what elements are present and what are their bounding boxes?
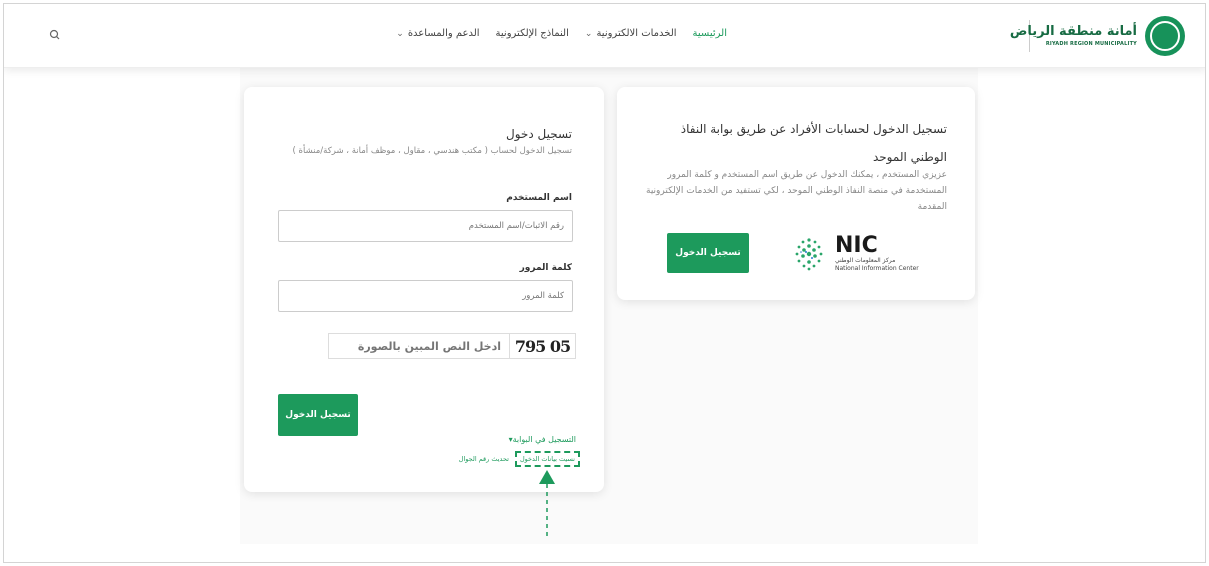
update-mobile-link[interactable]: تحديث رقم الجوال: [459, 455, 509, 463]
login-subtitle: تسجيل الدخول لحساب ( مكتب هندسي ، مقاول …: [292, 146, 572, 156]
login-card: تسجيل دخول تسجيل الدخول لحساب ( مكتب هند…: [244, 87, 604, 492]
captcha-input[interactable]: [329, 334, 509, 358]
login-button[interactable]: تسجيل الدخول: [278, 394, 358, 436]
nic-logo: NIC مركز المعلومات الوطني National Infor…: [791, 235, 919, 273]
nafath-description: عزيزي المستخدم ، يمكنك الدخول عن طريق اس…: [646, 170, 947, 212]
account-links: نسيت بيانات الدخول تحديث رقم الجوال: [459, 451, 580, 467]
municipality-logo[interactable]: أمانة منطقة الرياض RIYADH REGION MUNICIP…: [1010, 16, 1185, 56]
logo-arabic-text: أمانة منطقة الرياض: [1009, 24, 1137, 39]
logo-english-text: RIYADH REGION MUNICIPALITY: [1045, 41, 1137, 47]
username-label: اسم المستخدم: [506, 193, 572, 203]
nic-wordmark: NIC: [835, 233, 878, 258]
annotation-arrow-icon: [539, 470, 555, 536]
username-input[interactable]: [278, 210, 573, 242]
nic-dots-icon: [795, 238, 823, 271]
main-nav: الرئيسية الخدمات الالكترونية ⌄ النماذج ال…: [362, 28, 727, 39]
nav-eservices[interactable]: الخدمات الالكترونية ⌄: [585, 28, 677, 39]
captcha-box: 05 795: [328, 333, 576, 359]
chevron-down-icon: ⌄: [396, 28, 404, 39]
nic-arabic-name: مركز المعلومات الوطني: [835, 257, 896, 264]
login-title: تسجيل دخول: [506, 127, 572, 141]
password-label: كلمة المرور: [519, 263, 572, 273]
password-input[interactable]: [278, 280, 573, 312]
nav-support[interactable]: الدعم والمساعدة ⌄: [396, 28, 479, 39]
top-navigation-bar: الرئيسية الخدمات الالكترونية ⌄ النماذج ال…: [4, 4, 1205, 68]
search-icon[interactable]: [48, 28, 62, 42]
nafath-title: تسجيل الدخول لحسابات الأفراد عن طريق بوا…: [680, 122, 947, 164]
nafath-card: تسجيل الدخول لحسابات الأفراد عن طريق بوا…: [617, 87, 975, 300]
nav-home[interactable]: الرئيسية: [693, 28, 727, 39]
browser-frame: الرئيسية الخدمات الالكترونية ⌄ النماذج ال…: [3, 3, 1206, 563]
nav-eforms[interactable]: النماذج الإلكترونية: [496, 28, 569, 39]
captcha-image: 05 795: [509, 334, 575, 358]
forgot-credentials-link[interactable]: نسيت بيانات الدخول: [514, 451, 580, 467]
nafath-login-button[interactable]: تسجيل الدخول: [667, 233, 749, 273]
nic-english-name: National Information Center: [835, 265, 919, 272]
chevron-down-icon: ⌄: [584, 28, 593, 39]
register-link[interactable]: التسجيل في البوابة▾: [509, 435, 576, 444]
emblem-icon: [1145, 16, 1185, 56]
